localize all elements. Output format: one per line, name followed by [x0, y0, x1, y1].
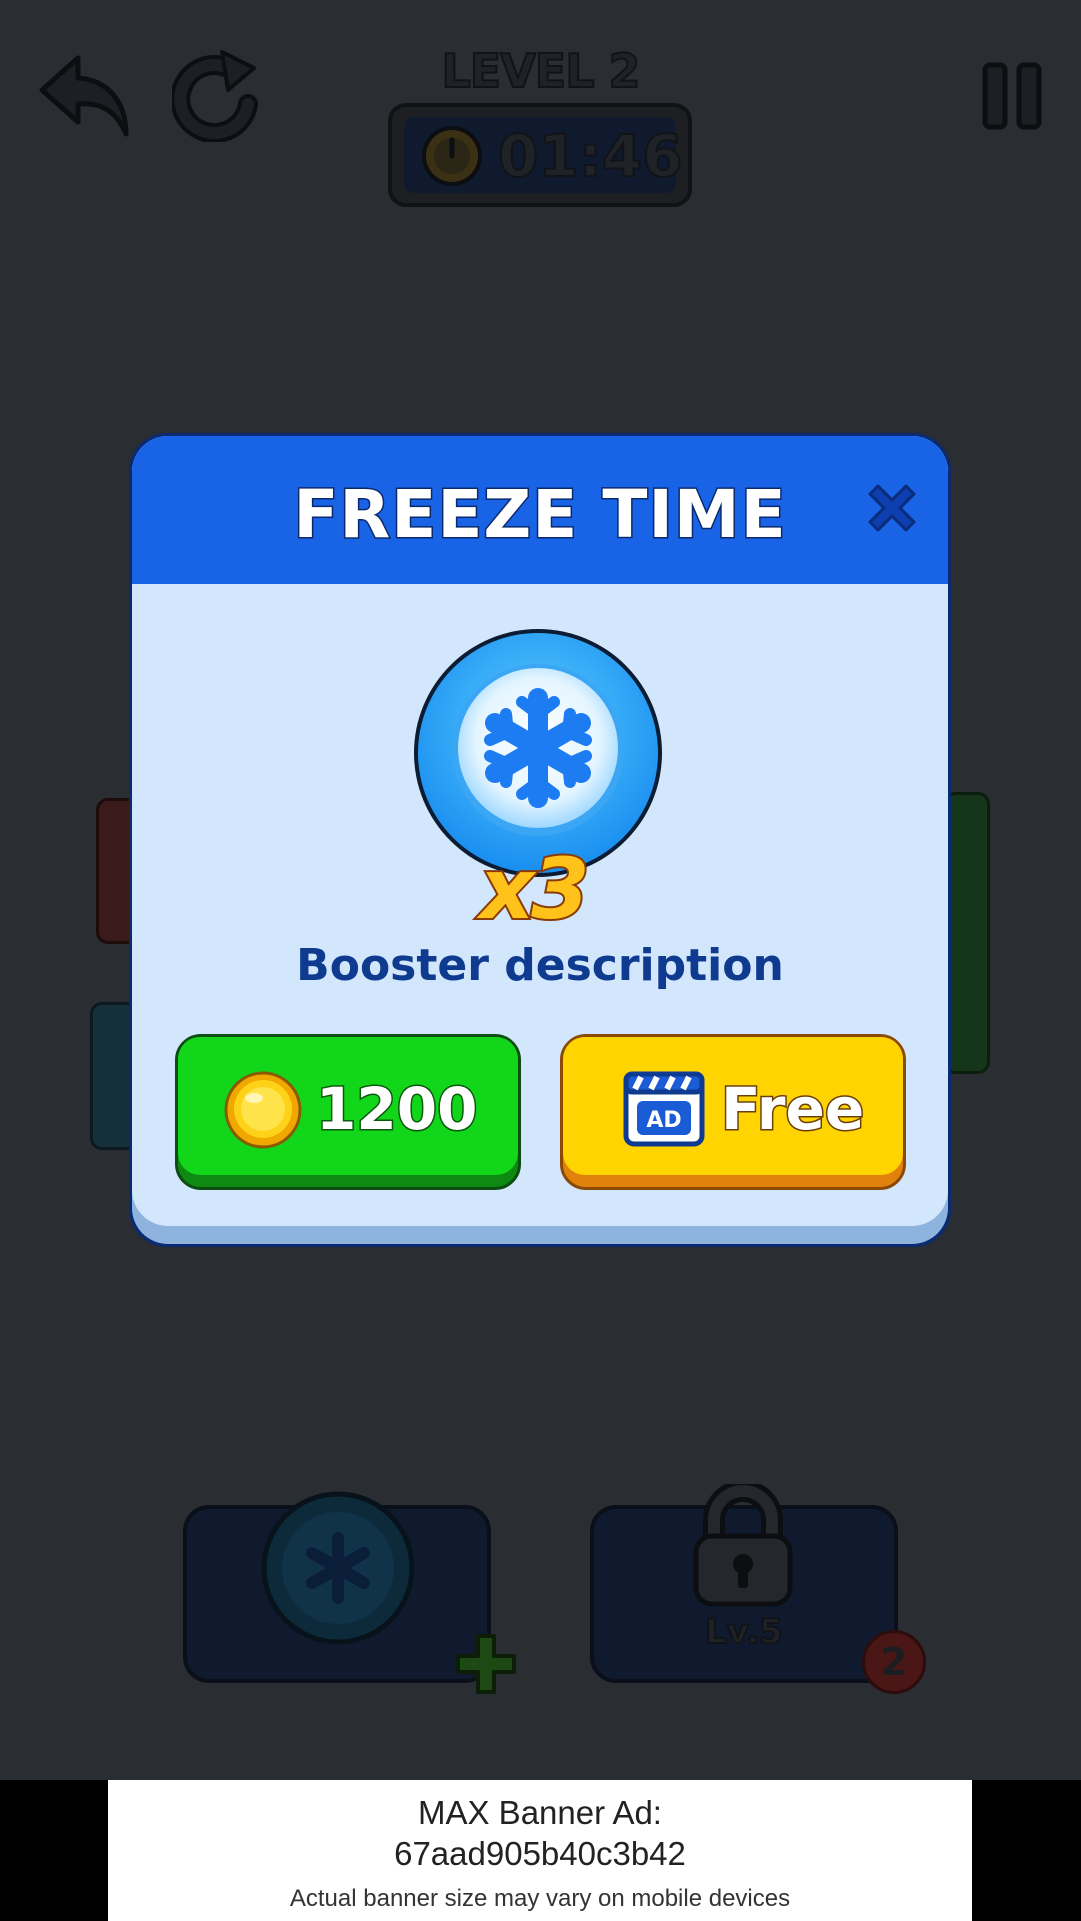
free-button-label: Free — [719, 1074, 865, 1145]
locked-level-label: Lv.5 — [704, 1611, 784, 1653]
booster-quantity: x3 — [478, 838, 592, 940]
banner-ad[interactable]: MAX Banner Ad: 67aad905b40c3b42 Actual b… — [108, 1780, 972, 1921]
dialog-header: FREEZE TIME — [132, 436, 948, 584]
booster-count-badge: 2 — [862, 1630, 926, 1694]
pause-icon[interactable] — [982, 62, 1042, 134]
watch-ad-free-button[interactable]: AD Free — [560, 1034, 906, 1190]
buy-button-label: 1200 — [314, 1074, 478, 1145]
snowflake-icon — [260, 1490, 416, 1650]
ad-clapper-icon: AD — [623, 1071, 705, 1151]
buy-with-coins-button[interactable]: 1200 — [175, 1034, 521, 1190]
banner-ad-title: MAX Banner Ad: — [418, 1794, 662, 1831]
stopwatch-icon — [420, 124, 484, 192]
coin-icon — [224, 1071, 302, 1153]
timer-value: 01:46 — [497, 121, 684, 191]
svg-text:AD: AD — [646, 1108, 681, 1133]
lock-icon — [690, 1480, 796, 1612]
close-button[interactable] — [862, 478, 922, 538]
dialog-title: FREEZE TIME — [292, 475, 787, 555]
banner-ad-note: Actual banner size may vary on mobile de… — [289, 1885, 791, 1912]
booster-description: Booster description — [296, 940, 784, 991]
close-icon[interactable] — [862, 478, 922, 538]
level-title: LEVEL 2 — [440, 43, 641, 99]
plus-icon[interactable] — [454, 1632, 518, 1700]
banner-ad-id: 67aad905b40c3b42 — [394, 1835, 686, 1872]
